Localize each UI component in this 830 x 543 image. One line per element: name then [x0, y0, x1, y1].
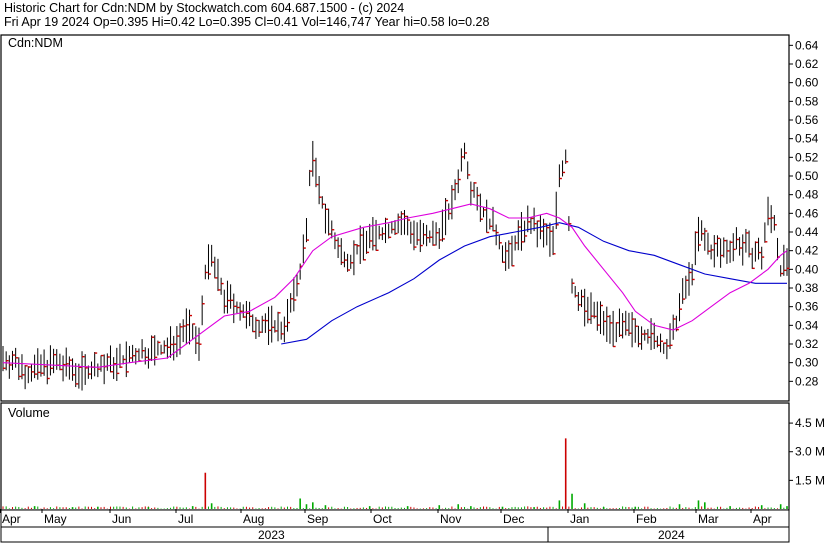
x-month-label: Jan [570, 512, 589, 526]
y-tick-label: 0.34 [795, 318, 819, 332]
x-month-label: Sep [307, 512, 329, 526]
y-tick-label: 0.40 [795, 262, 819, 276]
x-month-label: Apr [753, 512, 772, 526]
y-tick-label: 0.60 [795, 76, 819, 90]
x-month-label: Nov [440, 512, 461, 526]
symbol-label: Cdn:NDM [8, 36, 63, 50]
y-tick-label: 0.32 [795, 337, 819, 351]
y-tick-label: 0.56 [795, 113, 819, 127]
volume-panel [0, 402, 790, 511]
y-tick-label: 0.48 [795, 188, 819, 202]
x-month-label: Apr [2, 512, 21, 526]
chart-canvas: 0.64 0.62 0.60 0.58 0.56 0.54 0.52 0.50 0.48 0.46… [0, 34, 825, 543]
volume-tick-label: 4.5 M [795, 416, 825, 430]
y-tick-label: 0.28 [795, 374, 819, 388]
x-month-label: Aug [243, 512, 264, 526]
y-tick-label: 0.46 [795, 206, 819, 220]
x-month-label: May [44, 512, 67, 526]
y-tick-label: 0.58 [795, 94, 819, 108]
x-month-label: Jul [178, 512, 193, 526]
y-tick-label: 0.38 [795, 281, 819, 295]
x-month-label: Mar [698, 512, 719, 526]
y-tick-label: 0.64 [795, 38, 819, 52]
y-tick-label: 0.42 [795, 244, 819, 258]
price-panel [0, 34, 790, 402]
volume-tick-label: 3.0 M [795, 445, 825, 459]
y-tick-label: 0.62 [795, 57, 819, 71]
x-year-label: 2023 [258, 528, 285, 542]
x-month-label: Jun [112, 512, 131, 526]
y-tick-label: 0.36 [795, 300, 819, 314]
x-month-label: Dec [503, 512, 524, 526]
y-tick-label: 0.44 [795, 225, 819, 239]
y-tick-label: 0.30 [795, 356, 819, 370]
y-tick-label: 0.52 [795, 150, 819, 164]
y-tick-label: 0.50 [795, 169, 819, 183]
x-month-label: Oct [373, 512, 392, 526]
y-tick-label: 0.54 [795, 132, 819, 146]
volume-tick-label: 1.5 M [795, 473, 825, 487]
x-month-label: Feb [636, 512, 657, 526]
volume-label: Volume [8, 406, 50, 420]
x-year-label: 2024 [658, 528, 685, 542]
